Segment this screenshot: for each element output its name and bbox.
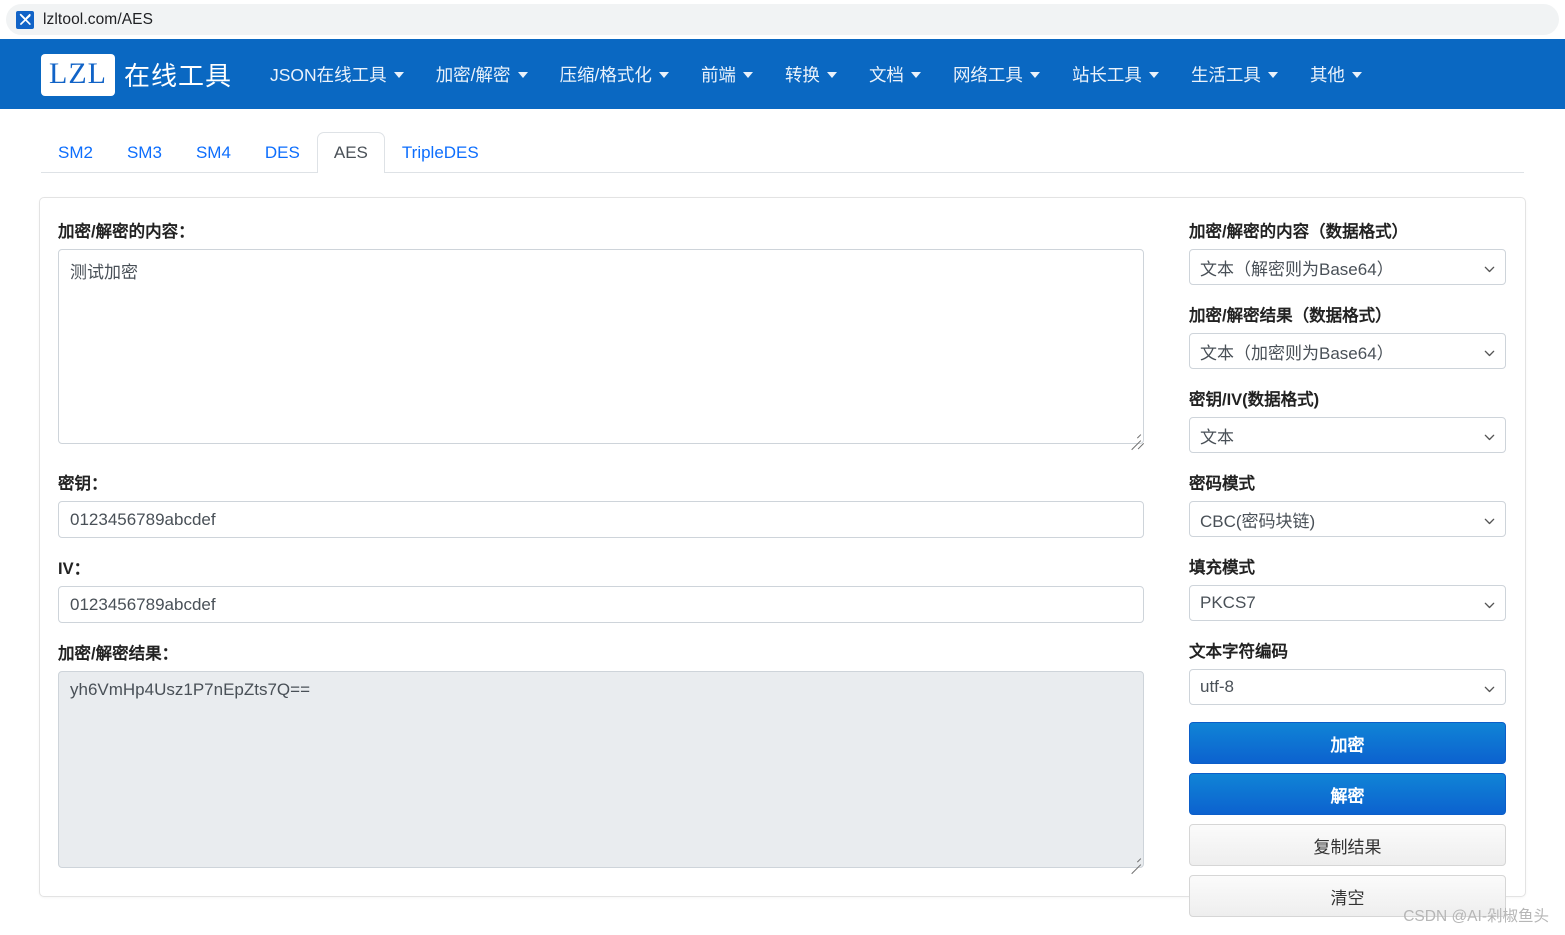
copy-result-button[interactable]: 复制结果: [1189, 824, 1506, 866]
chevron-down-icon: [910, 71, 921, 78]
tab-sm2[interactable]: SM2: [41, 132, 110, 173]
address-bar[interactable]: lzltool.com/AES: [6, 4, 1559, 35]
nav-item-label: 前端: [700, 65, 736, 85]
content-label: 加密/解密的内容：: [58, 223, 195, 241]
chevron-down-icon: [393, 71, 404, 78]
watermark: CSDN @AI-剁椒鱼头: [1403, 908, 1549, 925]
key-label: 密钥：: [58, 475, 108, 493]
padding-mode-select-label: 填充模式: [1189, 559, 1255, 577]
nav-item-label: 加密/解密: [435, 65, 511, 85]
cipher-mode-select[interactable]: CBC(密码块链): [1189, 501, 1506, 537]
nav-item-label: 站长工具: [1071, 65, 1142, 85]
tools-favicon: [16, 10, 34, 29]
form-column: 加密/解密的内容： 测试加密 密钥： IV： 加密/解密结果： yh6VmHp4…: [58, 218, 1145, 875]
key-input[interactable]: [58, 501, 1144, 538]
key-iv-format-select[interactable]: 文本: [1189, 417, 1506, 453]
result-textarea-wrap: yh6VmHp4Usz1P7nEpZts7Q==: [58, 671, 1144, 875]
result-label: 加密/解密结果：: [58, 645, 179, 663]
url-text: lzltool.com/AES: [43, 10, 154, 28]
nav-item-5[interactable]: 文档: [853, 54, 937, 95]
chevron-down-icon: [1029, 71, 1040, 78]
padding-mode-select-wrap: PKCS7: [1189, 585, 1506, 621]
iv-label: IV：: [58, 560, 91, 578]
nav-item-7[interactable]: 站长工具: [1056, 54, 1175, 95]
key-iv-format-select-label: 密钥/IV(数据格式): [1189, 391, 1320, 409]
content-format-select-wrap: 文本（解密则为Base64）: [1189, 249, 1506, 285]
nav-item-9[interactable]: 其他: [1294, 54, 1378, 95]
nav-item-label: 文档: [868, 65, 904, 85]
chevron-down-icon: [1148, 71, 1159, 78]
charset-select-label: 文本字符编码: [1189, 643, 1288, 661]
nav-item-1[interactable]: 加密/解密: [420, 54, 544, 95]
chevron-down-icon: [1267, 71, 1278, 78]
decrypt-button[interactable]: 解密: [1189, 773, 1506, 815]
result-format-select-label: 加密/解密结果（数据格式）: [1189, 307, 1392, 325]
result-format-select-wrap: 文本（加密则为Base64）: [1189, 333, 1506, 369]
logo-label: 在线工具: [123, 62, 232, 91]
charset-select[interactable]: utf-8: [1189, 669, 1506, 705]
nav-item-label: 压缩/格式化: [559, 65, 652, 85]
result-format-select[interactable]: 文本（加密则为Base64）: [1189, 333, 1506, 369]
content-format-select-label: 加密/解密的内容（数据格式）: [1189, 223, 1409, 241]
cipher-mode-select-label: 密码模式: [1189, 475, 1255, 493]
logo-mark: LZL: [41, 53, 115, 96]
iv-input[interactable]: [58, 586, 1144, 623]
tab-aes[interactable]: AES: [316, 131, 385, 173]
nav-item-label: 生活工具: [1190, 65, 1261, 85]
nav-item-label: 网络工具: [952, 65, 1023, 85]
charset-select-wrap: utf-8: [1189, 669, 1506, 705]
main-panel: 加密/解密的内容： 测试加密 密钥： IV： 加密/解密结果： yh6VmHp4…: [39, 197, 1526, 917]
nav-item-6[interactable]: 网络工具: [937, 54, 1056, 95]
key-iv-format-select-wrap: 文本: [1189, 417, 1506, 453]
nav-item-label: JSON在线工具: [270, 65, 387, 85]
padding-mode-select[interactable]: PKCS7: [1189, 585, 1506, 621]
nav-item-4[interactable]: 转换: [769, 54, 853, 95]
nav-menu: JSON在线工具 加密/解密 压缩/格式化 前端 转换 文档 网络工具 站长工具 生活工具 其他: [254, 54, 1378, 95]
algorithm-tabs: SM2 SM3 SM4 DES AES TripleDES: [41, 130, 1524, 173]
encrypt-button[interactable]: 加密: [1189, 722, 1506, 764]
top-navigation: LZL 在线工具 JSON在线工具 加密/解密 压缩/格式化 前端 转换 文档 网络工具 站长…: [0, 39, 1565, 109]
tab-des[interactable]: DES: [248, 132, 317, 173]
nav-item-8[interactable]: 生活工具: [1175, 54, 1294, 95]
site-logo[interactable]: LZL 在线工具: [41, 53, 232, 96]
nav-item-label: 转换: [784, 65, 820, 85]
content-format-select[interactable]: 文本（解密则为Base64）: [1189, 249, 1506, 285]
browser-chrome: lzltool.com/AES: [0, 0, 1565, 39]
content-textarea-wrap: 测试加密: [58, 249, 1145, 451]
result-textarea[interactable]: yh6VmHp4Usz1P7nEpZts7Q==: [58, 671, 1144, 868]
tabs-section: SM2 SM3 SM4 DES AES TripleDES: [0, 109, 1565, 173]
chevron-down-icon: [826, 71, 837, 78]
chevron-down-icon: [1351, 71, 1362, 78]
chevron-down-icon: [742, 71, 753, 78]
chevron-down-icon: [517, 71, 528, 78]
tab-sm4[interactable]: SM4: [179, 132, 248, 173]
chevron-down-icon: [658, 71, 669, 78]
nav-item-0[interactable]: JSON在线工具: [254, 54, 420, 95]
tab-tripledes[interactable]: TripleDES: [385, 132, 496, 173]
options-column: 加密/解密的内容（数据格式） 文本（解密则为Base64） 加密/解密结果（数据格式…: [1144, 218, 1506, 917]
cipher-mode-select-wrap: CBC(密码块链): [1189, 501, 1506, 537]
nav-item-2[interactable]: 压缩/格式化: [544, 54, 685, 95]
nav-item-3[interactable]: 前端: [685, 54, 769, 95]
tab-sm3[interactable]: SM3: [110, 132, 179, 173]
nav-item-label: 其他: [1309, 65, 1345, 85]
content-textarea[interactable]: 测试加密: [58, 249, 1144, 444]
